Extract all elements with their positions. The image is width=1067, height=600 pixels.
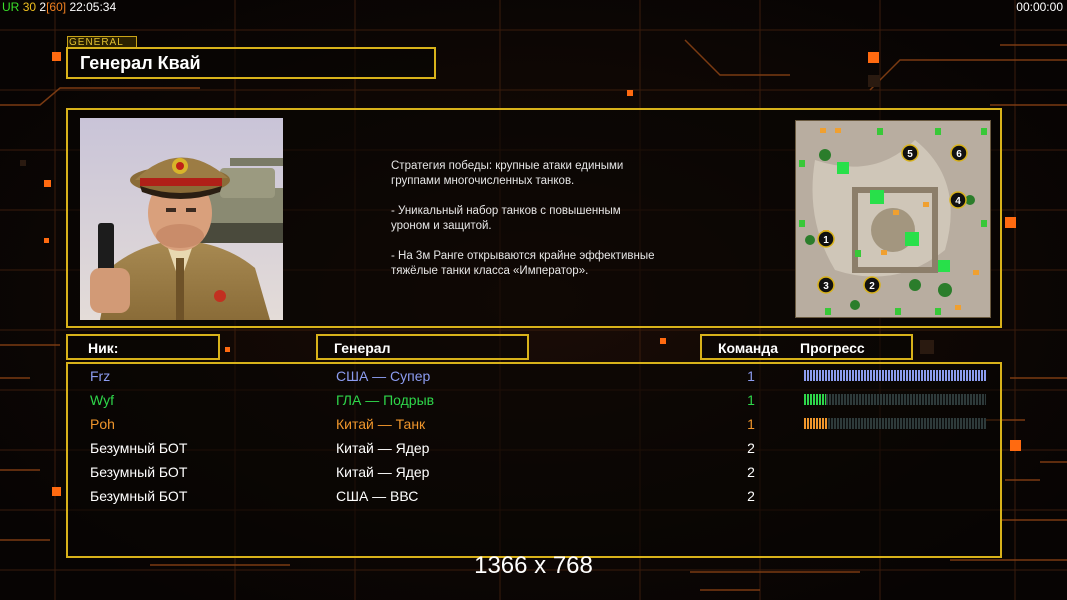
player-general: Китай — Танк [336, 416, 426, 432]
hud-value-c: [60] [46, 0, 67, 14]
start-pos-2: 2 [869, 281, 875, 292]
start-pos-5: 5 [907, 149, 913, 160]
progress-empty [827, 418, 986, 429]
start-pos-6: 6 [956, 149, 962, 160]
header-progress-box: Команда Прогресс [700, 334, 913, 360]
progress-empty [825, 394, 986, 405]
player-row: Безумный БОТ Китай — Ядер 2 [68, 437, 1004, 461]
player-team: 2 [747, 488, 755, 504]
header-general: Генерал [334, 340, 391, 356]
progress-fill [804, 394, 826, 405]
progress-fill [804, 370, 986, 381]
player-general: США — ВВС [336, 488, 419, 504]
player-team: 2 [747, 464, 755, 480]
progress-fill [804, 418, 828, 429]
player-nick: Безумный БОТ [90, 464, 188, 480]
player-row: Wyf ГЛА — Подрыв 1 [68, 389, 1004, 413]
hud-ur-label: UR [2, 0, 20, 14]
general-description: Стратегия победы: крупные атаки едиными … [391, 159, 721, 294]
start-pos-1: 1 [823, 235, 829, 246]
player-team: 2 [747, 440, 755, 456]
player-team: 1 [747, 392, 755, 408]
player-general: США — Супер [336, 368, 431, 384]
minimap: 1 2 3 4 5 6 [795, 120, 991, 318]
description-line-1: Стратегия победы: крупные атаки едиными … [391, 160, 624, 187]
hud-timer: 00:00:00 [1016, 0, 1063, 14]
player-general: Китай — Ядер [336, 464, 430, 480]
player-general: ГЛА — Подрыв [336, 392, 435, 408]
general-name: Генерал Квай [80, 53, 201, 73]
player-row: Poh Китай — Танк 1 [68, 413, 1004, 437]
player-nick: Wyf [90, 392, 114, 408]
header-team: Команда [718, 340, 778, 356]
description-line-3: - На 3м Ранге открываются крайне эффекти… [391, 250, 655, 277]
header-progress: Прогресс [800, 340, 865, 356]
hud-stats: UR 30 2[60] 22:05:34 [2, 0, 116, 14]
player-nick: Безумный БОТ [90, 488, 188, 504]
player-progress-bar [804, 370, 986, 381]
header-general-box: Генерал [316, 334, 529, 360]
general-portrait [80, 118, 283, 320]
description-line-2: - Уникальный набор танков с повышенным у… [391, 205, 621, 232]
player-nick: Frz [90, 368, 111, 384]
header-nick-box: Ник: [66, 334, 220, 360]
start-pos-4: 4 [955, 196, 961, 207]
player-nick: Безумный БОТ [90, 440, 188, 456]
player-progress-bar [804, 418, 986, 429]
header-nick: Ник: [88, 340, 119, 356]
players-list: Frz США — Супер 1 Wyf ГЛА — Подрыв 1 Poh Китай … [66, 362, 1002, 558]
hud-value-a: 30 [22, 0, 37, 14]
start-pos-3: 3 [823, 281, 829, 292]
player-general: Китай — Ядер [336, 440, 430, 456]
player-progress-bar [804, 394, 986, 405]
player-row: Безумный БОТ Китай — Ядер 2 [68, 461, 1004, 485]
player-team: 1 [747, 368, 755, 384]
player-team: 1 [747, 416, 755, 432]
resolution-label: 1366 x 768 [474, 552, 593, 579]
player-row: Frz США — Супер 1 [68, 365, 1004, 389]
general-title-box: Генерал Квай [66, 47, 436, 79]
player-nick: Poh [90, 416, 115, 432]
player-row: Безумный БОТ США — ВВС 2 [68, 485, 1004, 509]
hud-clock: 22:05:34 [69, 0, 117, 14]
